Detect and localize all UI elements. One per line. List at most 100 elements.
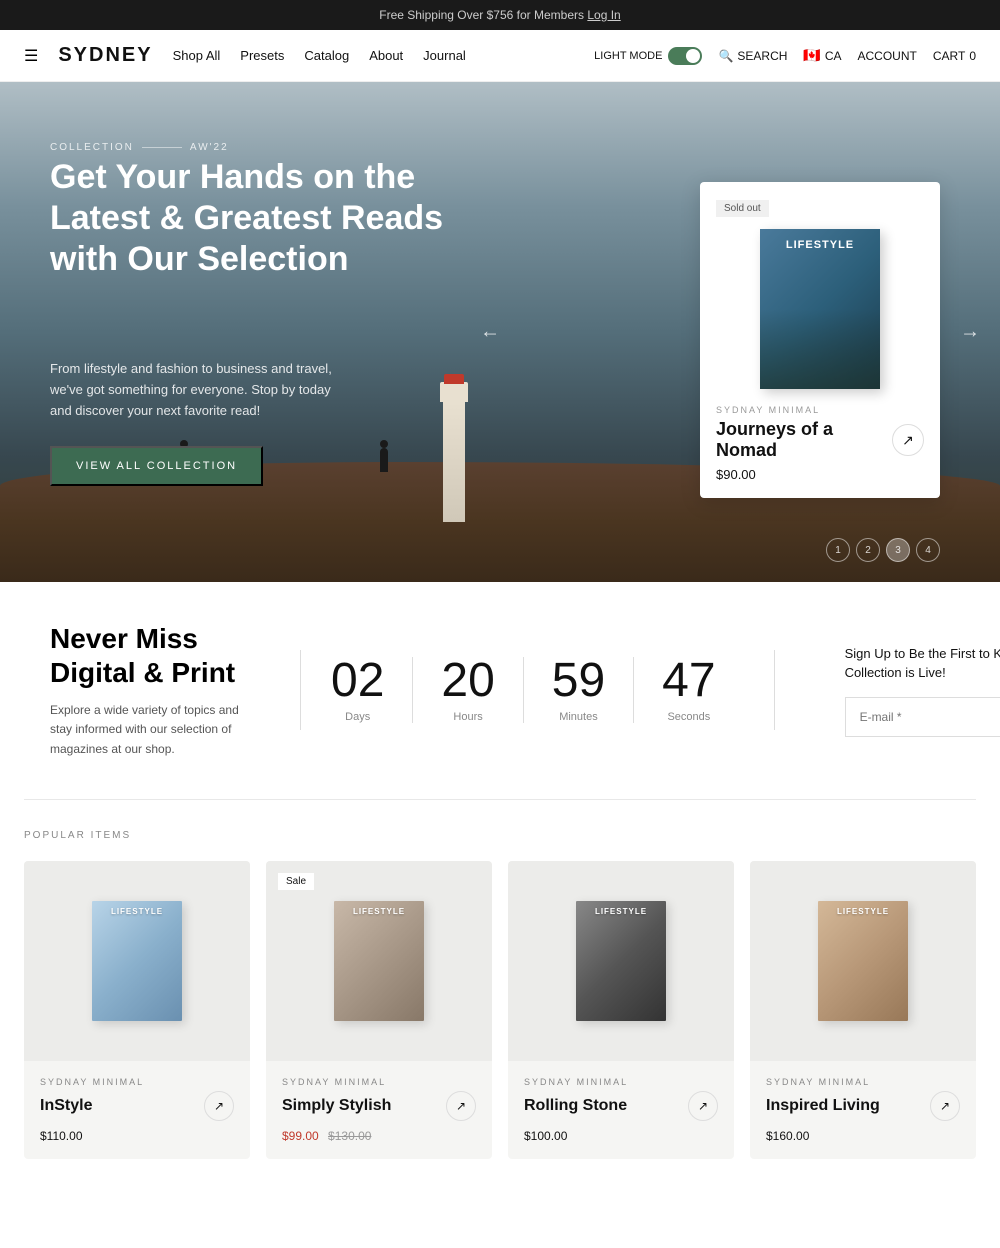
mag-title-4: LIFESTYLE (837, 907, 889, 916)
hero-dot-2[interactable]: 2 (856, 538, 880, 562)
cart-label: CART (933, 49, 965, 63)
sold-out-badge: Sold out (716, 200, 769, 217)
product-image-area-2: Sale LIFESTYLE (266, 861, 492, 1061)
view-collection-button[interactable]: VIEW ALL COLLECTION (50, 446, 263, 486)
flag-icon: 🇨🇦 (803, 47, 820, 64)
toggle-knob (686, 49, 700, 63)
minutes-value: 59 (552, 657, 605, 705)
hero-dot-4[interactable]: 4 (916, 538, 940, 562)
days-value: 02 (331, 657, 384, 705)
header: ☰ SYDNEY Shop All Presets Catalog About … (0, 30, 1000, 82)
hero-next-arrow[interactable]: → (960, 321, 980, 344)
cart-count: 0 (969, 49, 976, 63)
product-link-2[interactable]: ↗ (446, 1091, 476, 1121)
hero-product-card: Sold out LIFESTYLE SYDNAY MINIMAL Journe… (700, 182, 940, 498)
minutes-label: Minutes (552, 711, 605, 723)
mag-title-1: LIFESTYLE (111, 907, 163, 916)
countdown-left: Never Miss Digital & Print Explore a wid… (50, 622, 270, 759)
product-brand-2: SYDNAY MINIMAL (282, 1077, 476, 1087)
timer-days: 02 Days (331, 657, 413, 723)
countdown-heading: Never Miss Digital & Print (50, 622, 240, 689)
product-brand-3: SYDNAY MINIMAL (524, 1077, 718, 1087)
countdown-timers: 02 Days 20 Hours 59 Minutes 47 Seconds (331, 657, 744, 723)
product-link-3[interactable]: ↗ (688, 1091, 718, 1121)
product-link-button[interactable]: ↗ (892, 424, 924, 456)
hero-dot-1[interactable]: 1 (826, 538, 850, 562)
magazine-cover-3: LIFESTYLE (576, 901, 666, 1021)
magazine-cover-4: LIFESTYLE (818, 901, 908, 1021)
popular-label: POPULAR ITEMS (24, 830, 976, 841)
signup-text: Sign Up to Be the First to Know When the… (845, 644, 1000, 683)
hero-dot-3[interactable]: 3 (886, 538, 910, 562)
cover-gradient (760, 309, 880, 389)
mag-title-2: LIFESTYLE (353, 907, 405, 916)
old-price-2: $130.00 (328, 1129, 371, 1143)
hours-value: 20 (441, 657, 494, 705)
product-price-3: $100.00 (524, 1129, 718, 1143)
days-label: Days (331, 711, 384, 723)
hamburger-icon[interactable]: ☰ (24, 46, 38, 66)
nav-presets[interactable]: Presets (240, 48, 284, 63)
hero-prev-arrow[interactable]: ← (480, 321, 500, 344)
sale-price-2: $99.00 (282, 1129, 319, 1143)
seconds-value: 47 (662, 657, 715, 705)
timer-hours: 20 Hours (413, 657, 523, 723)
toggle-switch[interactable] (668, 47, 702, 65)
countdown-section: Never Miss Digital & Print Explore a wid… (0, 582, 1000, 799)
product-card-inspired-living: LIFESTYLE SYDNAY MINIMAL Inspired Living… (750, 861, 976, 1159)
product-link-4[interactable]: ↗ (930, 1091, 960, 1121)
hero-title: Get Your Hands on the Latest & Greatest … (50, 157, 470, 279)
magazine-cover: LIFESTYLE (760, 229, 880, 389)
product-price-4: $160.00 (766, 1129, 960, 1143)
product-brand-1: SYDNAY MINIMAL (40, 1077, 234, 1087)
product-name-1: InStyle (40, 1097, 92, 1115)
product-cover-image: LIFESTYLE (760, 229, 880, 389)
announcement-bar: Free Shipping Over $756 for Members Log … (0, 0, 1000, 30)
mag-title-3: LIFESTYLE (595, 907, 647, 916)
product-name-row-4: Inspired Living ↗ (766, 1091, 960, 1121)
product-info-3: SYDNAY MINIMAL Rolling Stone ↗ $100.00 (508, 1061, 734, 1159)
collection-label: COLLECTION AW'22 (50, 142, 470, 153)
nav-about[interactable]: About (369, 48, 403, 63)
product-name-row-2: Simply Stylish ↗ (282, 1091, 476, 1121)
hero-content: COLLECTION AW'22 Get Your Hands on the L… (50, 142, 470, 486)
search-button[interactable]: 🔍 SEARCH (718, 49, 787, 63)
hero-description: From lifestyle and fashion to business a… (50, 359, 350, 421)
product-image-area-3: LIFESTYLE (508, 861, 734, 1061)
account-label: ACCOUNT (858, 49, 917, 63)
product-price-1: $110.00 (40, 1129, 234, 1143)
product-image-area-1: LIFESTYLE (24, 861, 250, 1061)
account-button[interactable]: ACCOUNT (858, 49, 917, 63)
magazine-title: LIFESTYLE (786, 239, 854, 251)
timer-seconds: 47 Seconds (634, 657, 743, 723)
sale-badge: Sale (278, 873, 314, 890)
login-link[interactable]: Log In (587, 8, 620, 22)
product-image-area-4: LIFESTYLE (750, 861, 976, 1061)
nav-shop-all[interactable]: Shop All (173, 48, 221, 63)
country-selector[interactable]: 🇨🇦 CA (803, 47, 841, 64)
logo[interactable]: SYDNEY (58, 44, 152, 67)
timer-minutes: 59 Minutes (524, 657, 634, 723)
hero-section: COLLECTION AW'22 Get Your Hands on the L… (0, 82, 1000, 582)
popular-section: POPULAR ITEMS LIFESTYLE SYDNAY MINIMAL I… (0, 800, 1000, 1199)
magazine-cover-2: LIFESTYLE (334, 901, 424, 1021)
product-info-4: SYDNAY MINIMAL Inspired Living ↗ $160.00 (750, 1061, 976, 1159)
cart-button[interactable]: CART 0 (933, 49, 976, 63)
email-input[interactable] (845, 697, 1000, 737)
product-link-1[interactable]: ↗ (204, 1091, 234, 1121)
product-name-4: Inspired Living (766, 1097, 880, 1115)
signup-area: Sign Up to Be the First to Know When the… (805, 644, 1000, 737)
collection-season: AW'22 (190, 142, 229, 153)
nav-catalog[interactable]: Catalog (304, 48, 349, 63)
product-brand-4: SYDNAY MINIMAL (766, 1077, 960, 1087)
product-name-3: Rolling Stone (524, 1097, 627, 1115)
product-name: Journeys of a Nomad (716, 419, 892, 461)
light-mode-toggle[interactable]: LIGHT MODE (594, 47, 702, 65)
header-right: LIGHT MODE 🔍 SEARCH 🇨🇦 CA ACCOUNT CART 0 (594, 47, 976, 65)
light-mode-label: LIGHT MODE (594, 50, 662, 62)
country-code: CA (825, 49, 842, 63)
header-left: ☰ SYDNEY Shop All Presets Catalog About … (24, 44, 466, 67)
nav-journal[interactable]: Journal (423, 48, 466, 63)
search-label: SEARCH (737, 49, 787, 63)
announcement-text: Free Shipping Over $756 for Members (379, 8, 584, 22)
